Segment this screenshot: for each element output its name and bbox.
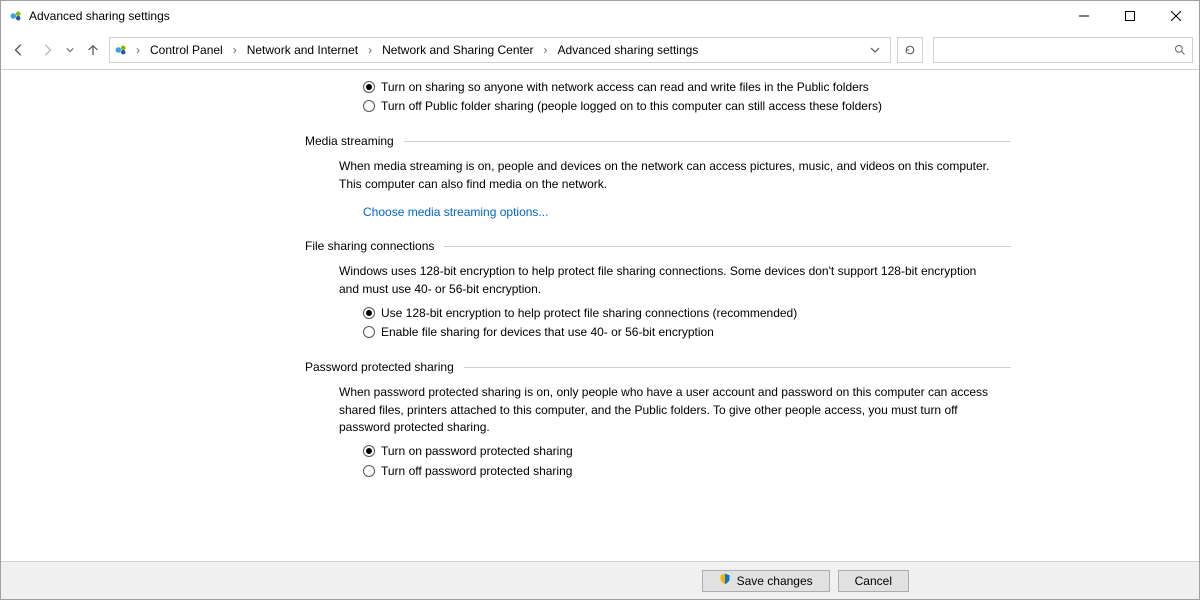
chevron-right-icon[interactable]: ›: [366, 41, 374, 59]
radio-icon: [363, 445, 375, 457]
section-password-sharing: Password protected sharing: [305, 360, 1011, 374]
public-folder-sharing-group: Turn on sharing so anyone with network a…: [363, 79, 1011, 114]
section-heading: Password protected sharing: [305, 360, 454, 374]
search-input[interactable]: [934, 38, 1192, 62]
media-streaming-options-link[interactable]: Choose media streaming options...: [363, 205, 548, 219]
breadcrumb-item[interactable]: Advanced sharing settings: [552, 41, 705, 59]
section-media-streaming: Media streaming: [305, 134, 1011, 148]
address-bar[interactable]: › Control Panel › Network and Internet ›…: [109, 37, 891, 63]
radio-icon: [363, 100, 375, 112]
radio-icon: [363, 81, 375, 93]
breadcrumb-item[interactable]: Network and Internet: [241, 41, 364, 59]
public-folder-sharing-on[interactable]: Turn on sharing so anyone with network a…: [363, 79, 1011, 95]
footer-bar: Save changes Cancel: [1, 561, 1199, 599]
password-sharing-group: Turn on password protected sharing Turn …: [363, 443, 1011, 478]
cancel-button[interactable]: Cancel: [838, 570, 909, 592]
divider: [464, 367, 1011, 368]
radio-icon: [363, 465, 375, 477]
password-sharing-on[interactable]: Turn on password protected sharing: [363, 443, 1011, 459]
content-scroller[interactable]: Turn on sharing so anyone with network a…: [1, 70, 1199, 561]
title-bar: Advanced sharing settings: [1, 1, 1199, 31]
minimize-button[interactable]: [1061, 1, 1107, 31]
address-icon: [114, 43, 128, 57]
section-heading: Media streaming: [305, 134, 394, 148]
search-box[interactable]: [933, 37, 1193, 63]
button-label: Cancel: [855, 574, 892, 588]
breadcrumb-item[interactable]: Control Panel: [144, 41, 229, 59]
divider: [444, 246, 1011, 247]
shield-icon: [719, 573, 731, 588]
password-sharing-description: When password protected sharing is on, o…: [339, 384, 991, 436]
chevron-right-icon[interactable]: ›: [542, 41, 550, 59]
encryption-128bit[interactable]: Use 128-bit encryption to help protect f…: [363, 305, 1011, 321]
breadcrumb-item[interactable]: Network and Sharing Center: [376, 41, 539, 59]
radio-icon: [363, 326, 375, 338]
recent-dropdown[interactable]: [63, 46, 77, 54]
radio-label: Turn off password protected sharing: [381, 463, 572, 479]
encryption-40-56bit[interactable]: Enable file sharing for devices that use…: [363, 324, 1011, 340]
address-dropdown[interactable]: [864, 45, 886, 55]
maximize-button[interactable]: [1107, 1, 1153, 31]
media-streaming-description: When media streaming is on, people and d…: [339, 158, 991, 193]
password-sharing-off[interactable]: Turn off password protected sharing: [363, 463, 1011, 479]
radio-label: Enable file sharing for devices that use…: [381, 324, 714, 340]
save-changes-button[interactable]: Save changes: [702, 570, 830, 592]
radio-label: Turn on sharing so anyone with network a…: [381, 79, 869, 95]
file-sharing-encryption-group: Use 128-bit encryption to help protect f…: [363, 305, 1011, 340]
chevron-right-icon[interactable]: ›: [231, 41, 239, 59]
radio-icon: [363, 307, 375, 319]
chevron-right-icon[interactable]: ›: [134, 41, 142, 59]
section-heading: File sharing connections: [305, 239, 434, 253]
up-button[interactable]: [81, 38, 105, 62]
divider: [404, 141, 1011, 142]
file-sharing-description: Windows uses 128-bit encryption to help …: [339, 263, 991, 298]
back-button[interactable]: [7, 38, 31, 62]
radio-label: Use 128-bit encryption to help protect f…: [381, 305, 797, 321]
radio-label: Turn on password protected sharing: [381, 443, 573, 459]
refresh-button[interactable]: [897, 37, 923, 63]
radio-label: Turn off Public folder sharing (people l…: [381, 98, 882, 114]
window-title: Advanced sharing settings: [29, 9, 170, 23]
button-label: Save changes: [737, 574, 813, 588]
public-folder-sharing-off[interactable]: Turn off Public folder sharing (people l…: [363, 98, 1011, 114]
close-button[interactable]: [1153, 1, 1199, 31]
search-icon: [1174, 38, 1186, 62]
section-file-sharing: File sharing connections: [305, 239, 1011, 253]
forward-button[interactable]: [35, 38, 59, 62]
window-icon: [9, 9, 23, 23]
nav-row: › Control Panel › Network and Internet ›…: [1, 31, 1199, 69]
